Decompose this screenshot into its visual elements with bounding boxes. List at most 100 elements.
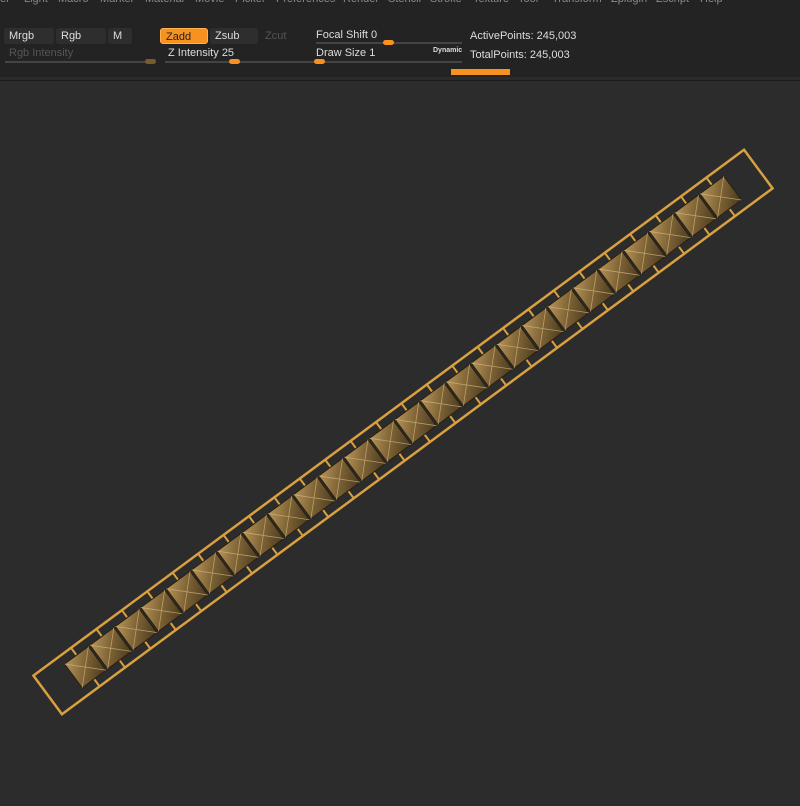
menu-item-zplugin[interactable]: Zplugin [611, 0, 647, 5]
sprue-gate [703, 227, 711, 236]
mrgb-button[interactable]: Mrgb [4, 28, 54, 44]
toolbar: Mrgb Rgb M Rgb Intensity Zadd Zsub Zcut … [0, 7, 800, 77]
sprue-gate [121, 609, 129, 619]
z-intensity-label: Z Intensity 25 [168, 47, 234, 59]
sprue-gate [629, 233, 637, 242]
sprue-gate [296, 528, 304, 537]
sprue-gate [273, 496, 281, 506]
sprue-gate [398, 452, 406, 462]
menu-item-picker[interactable]: Picker [235, 0, 266, 5]
menu-item-tool[interactable]: Tool [518, 0, 538, 5]
sprue-gate [248, 515, 256, 524]
focal-shift-text: Focal Shift [316, 29, 368, 41]
sprue-gate [70, 647, 78, 656]
menu-item-zscript[interactable]: Zscript [656, 0, 689, 5]
sprue-gate [550, 340, 558, 349]
sprue-gate [553, 289, 561, 299]
zsub-button[interactable]: Zsub [210, 28, 258, 44]
sprue-gate [502, 327, 510, 336]
total-points: TotalPoints: 245,003 [470, 49, 570, 61]
canvas-viewport[interactable] [0, 80, 800, 801]
rgb-intensity-label: Rgb Intensity [9, 47, 74, 59]
menu-item-er[interactable]: er [0, 0, 10, 5]
sprue-gate [426, 383, 434, 393]
sprue-gate [195, 603, 203, 612]
draw-size-knob[interactable] [314, 59, 325, 64]
sprue-gate [576, 321, 584, 330]
dynamic-button[interactable]: Dynamic [433, 47, 462, 54]
sprue-gate [197, 553, 205, 562]
sprue-gate [476, 346, 484, 355]
sprue-gate [603, 252, 611, 261]
menu-item-render[interactable]: Render [343, 0, 379, 5]
z-intensity-text: Z Intensity [168, 47, 219, 59]
sprue-gate [375, 421, 383, 430]
m-button[interactable]: M [108, 28, 132, 44]
rgb-button[interactable]: Rgb [56, 28, 106, 44]
active-points: ActivePoints: 245,003 [470, 30, 577, 42]
bracelet-model [31, 148, 775, 716]
sprue-gate [627, 283, 635, 293]
sprue-gate [322, 509, 330, 518]
sprue-gate [118, 659, 126, 669]
sprue-gate [474, 396, 482, 405]
menu-item-material[interactable]: Material [145, 0, 184, 5]
sprue-gate [324, 459, 332, 468]
sprue-gate [245, 565, 253, 575]
sprue-gate [271, 546, 279, 556]
sprue-gate [451, 365, 459, 374]
sprue-gate [677, 245, 685, 255]
z-intensity-value: 25 [221, 47, 235, 59]
sprue-gate [372, 471, 380, 481]
rgb-intensity-slider[interactable] [5, 61, 155, 63]
sprue-gate [705, 177, 713, 186]
focal-shift-knob[interactable] [383, 40, 394, 45]
menu-item-movie[interactable]: Movie [195, 0, 224, 5]
menu-item-texture[interactable]: Texture [473, 0, 509, 5]
focal-shift-value: 0 [371, 29, 378, 41]
rgb-intensity-knob[interactable] [145, 59, 156, 64]
sprue-gate [525, 358, 533, 368]
menu-item-stencil[interactable]: Stencil [388, 0, 421, 5]
sprue-gate [169, 622, 177, 631]
sprue-gate [527, 308, 535, 318]
sprue-gate [654, 214, 662, 224]
draw-size-text: Draw Size [316, 47, 367, 59]
draw-size-label: Draw Size 1 [316, 47, 375, 59]
menu-item-marker[interactable]: Marker [100, 0, 134, 5]
sprue-gate [578, 271, 586, 280]
sprue-gate [423, 434, 431, 443]
sprue-gate [298, 477, 306, 487]
menu-item-light[interactable]: Light [24, 0, 48, 5]
sprue-gate [146, 590, 154, 600]
draw-size-value: 1 [369, 47, 376, 59]
menu-item-transform[interactable]: Transform [552, 0, 602, 5]
sprue-gate [222, 534, 230, 543]
menu-item-stroke[interactable]: Stroke [430, 0, 462, 5]
zcut-button[interactable]: Zcut [265, 30, 286, 42]
sprue-gate [95, 628, 103, 637]
focal-shift-label: Focal Shift 0 [316, 29, 377, 41]
sprue-gate [220, 584, 228, 593]
draw-size-slider[interactable] [316, 61, 462, 63]
z-intensity-slider[interactable] [165, 61, 315, 63]
sprue-gate [728, 208, 736, 217]
progress-indicator [451, 69, 510, 75]
sprue-gate [144, 640, 152, 650]
sprue-gate [652, 264, 660, 274]
sprue-gate [400, 402, 408, 412]
sprue-gate [601, 302, 609, 311]
sprue-gate [347, 490, 355, 499]
sprue-gate [449, 415, 457, 424]
sprue-gate [500, 377, 508, 387]
sprue-gate [349, 440, 357, 449]
sprue-gate [171, 571, 179, 581]
menu-bar: er Light Macro Marker Material Movie Picker Pre… [0, 0, 800, 7]
menu-item-help[interactable]: Help [700, 0, 723, 5]
menu-item-preferences[interactable]: Preferences [276, 0, 335, 5]
z-intensity-knob[interactable] [229, 59, 240, 64]
sprue-gate [680, 195, 688, 205]
menu-item-macro[interactable]: Macro [58, 0, 89, 5]
zadd-button[interactable]: Zadd [160, 28, 208, 44]
sprue-gate [93, 678, 101, 687]
